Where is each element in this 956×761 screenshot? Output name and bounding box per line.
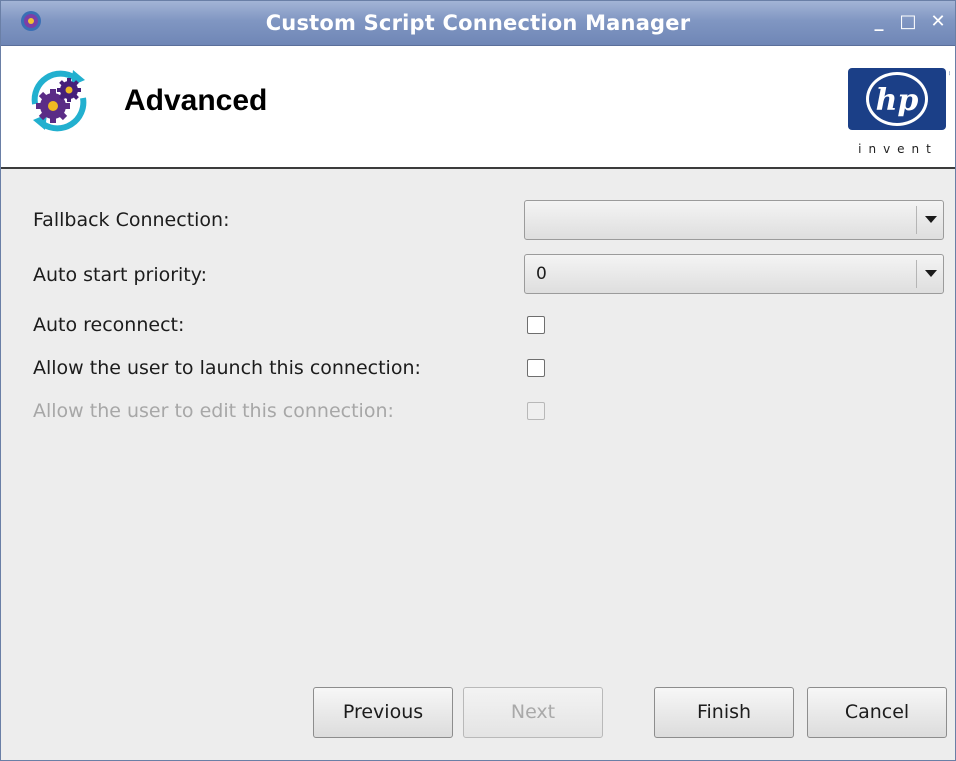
finish-button[interactable]: Finish [654,687,794,738]
svg-text:hp: hp [876,83,919,118]
combo-separator [916,260,917,288]
allow-launch-label: Allow the user to launch this connection… [33,357,421,379]
auto-reconnect-label: Auto reconnect: [33,314,185,336]
cancel-button[interactable]: Cancel [807,687,947,738]
title-bar[interactable]: Custom Script Connection Manager _ □ ✕ [1,1,955,46]
previous-button[interactable]: Previous [313,687,453,738]
allow-edit-checkbox [527,402,545,420]
hp-invent-logo: hp ® invent [848,68,950,156]
connection-manager-window: Custom Script Connection Manager _ □ ✕ A… [0,0,956,761]
auto-start-priority-select[interactable]: 0 [524,254,944,294]
svg-text:®: ® [948,70,950,78]
fallback-connection-label: Fallback Connection: [33,209,230,231]
page-header: Advanced hp ® invent [1,46,955,169]
combo-separator [916,206,917,234]
auto-start-priority-value: 0 [536,264,547,284]
gears-refresh-icon [31,70,87,132]
dropdown-arrow-icon [925,216,937,223]
page-title: Advanced [124,84,268,117]
allow-launch-checkbox[interactable] [527,359,545,377]
dropdown-arrow-icon [925,270,937,277]
next-button: Next [463,687,603,738]
auto-start-priority-label: Auto start priority: [33,264,208,286]
minimize-button[interactable]: _ [868,11,890,33]
maximize-button[interactable]: □ [897,11,919,33]
fallback-connection-select[interactable] [524,200,944,240]
allow-edit-label: Allow the user to edit this connection: [33,400,394,422]
window-title: Custom Script Connection Manager [265,11,691,35]
svg-text:invent: invent [858,142,938,156]
auto-reconnect-checkbox[interactable] [527,316,545,334]
close-button[interactable]: ✕ [927,11,949,33]
